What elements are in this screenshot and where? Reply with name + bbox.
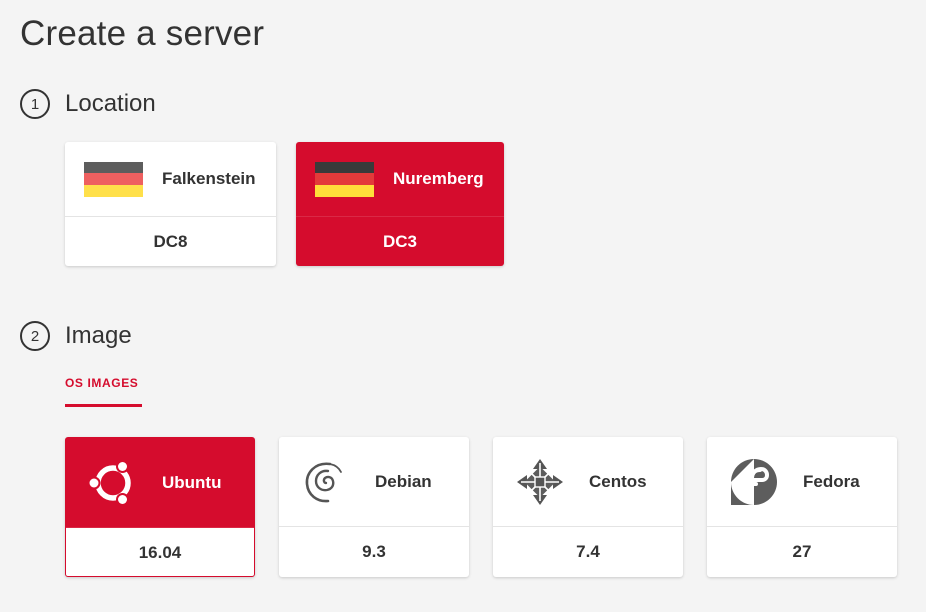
location-card-header: Falkenstein [65, 142, 276, 217]
image-step-title: Image [65, 322, 132, 349]
image-card-header: Debian [279, 437, 469, 527]
location-name: Nuremberg [393, 169, 484, 188]
location-card-falkenstein[interactable]: Falkenstein DC8 [65, 142, 276, 266]
germany-flag-icon [315, 161, 374, 197]
debian-icon [301, 457, 351, 507]
image-version: 16.04 [66, 528, 254, 576]
location-datacenter: DC8 [153, 231, 188, 251]
image-name: Debian [375, 471, 432, 491]
centos-icon [515, 457, 565, 507]
step-number-badge: 2 [20, 321, 50, 351]
location-card-header: Nuremberg [296, 142, 504, 217]
fedora-icon [729, 457, 779, 507]
location-name: Falkenstein [162, 169, 256, 188]
image-card-header: Ubuntu [66, 438, 254, 528]
image-card-header: Centos [493, 437, 683, 527]
image-version: 27 [792, 542, 812, 561]
step-number-badge: 1 [20, 89, 50, 119]
germany-flag-icon [84, 161, 143, 197]
image-version: 7.4 [576, 542, 600, 561]
image-card-header: Fedora [707, 437, 897, 527]
create-server-page: Create a server 1 Location Falkenstein D… [0, 0, 926, 612]
image-step-heading: 2 Image [20, 321, 132, 351]
image-name: Fedora [803, 471, 860, 491]
image-card-ubuntu[interactable]: Ubuntu 16.04 [65, 437, 255, 577]
tab-os-images[interactable]: OS IMAGES [65, 376, 142, 390]
location-datacenter: DC3 [382, 231, 417, 251]
image-name: Centos [589, 471, 647, 491]
page-title: Create a server [20, 14, 265, 53]
image-card-centos[interactable]: Centos 7.4 [493, 437, 683, 577]
active-tab-indicator [65, 404, 142, 407]
image-version: 9.3 [362, 542, 386, 561]
location-step-title: Location [65, 90, 156, 117]
ubuntu-icon [88, 458, 138, 508]
location-card-nuremberg[interactable]: Nuremberg DC3 [296, 142, 504, 266]
image-name: Ubuntu [162, 472, 222, 492]
image-card-fedora[interactable]: Fedora 27 [707, 437, 897, 577]
image-card-debian[interactable]: Debian 9.3 [279, 437, 469, 577]
location-step-heading: 1 Location [20, 89, 156, 119]
